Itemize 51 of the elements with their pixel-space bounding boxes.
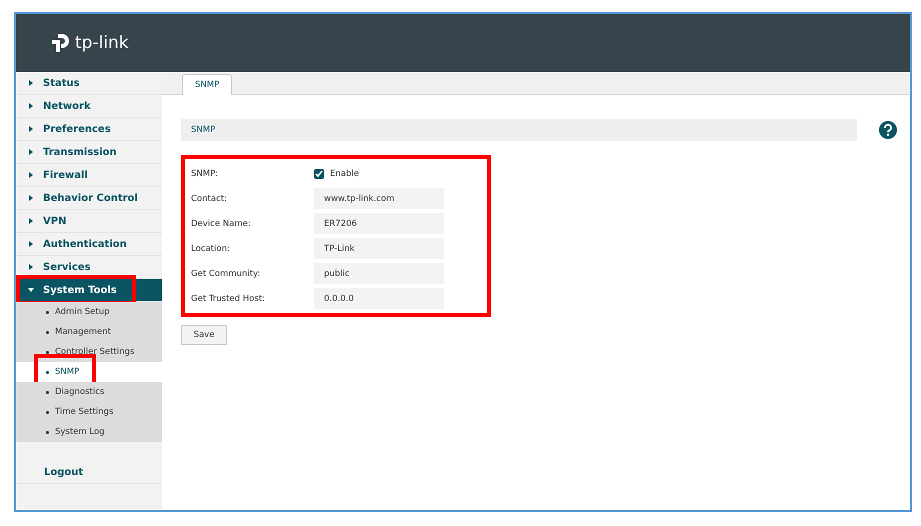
caret-right-icon [28, 126, 34, 132]
input-field[interactable]: public [314, 263, 444, 284]
submenu-item[interactable]: System Log [16, 422, 162, 442]
field-label: Contact: [191, 194, 228, 204]
tab[interactable]: SNMP [182, 74, 232, 95]
bullet-icon [46, 330, 49, 334]
enable-checkbox[interactable] [314, 168, 324, 178]
input-field[interactable]: 0.0.0.0 [314, 288, 444, 309]
sidebar-item[interactable]: Firewall [16, 164, 162, 187]
field-label: Get Trusted Host: [191, 294, 266, 304]
bullet-icon [46, 310, 49, 314]
input-field[interactable]: ER7206 [314, 213, 444, 234]
bullet-icon [46, 370, 49, 374]
input-field[interactable]: TP-Link [314, 238, 444, 259]
section-title: SNMP [181, 119, 857, 141]
caret-right-icon [28, 241, 34, 247]
sidebar-item[interactable]: Authentication [16, 233, 162, 256]
caret-right-icon [28, 80, 34, 86]
caret-down-icon [28, 287, 34, 293]
field-label: Device Name: [191, 218, 252, 228]
brand-name: tp-link [75, 33, 129, 53]
caret-right-icon [28, 172, 34, 178]
caret-right-icon [28, 264, 34, 270]
caret-right-icon [28, 103, 34, 109]
submenu-item[interactable]: Management [16, 322, 162, 342]
bullet-icon [46, 390, 49, 394]
sidebar-item[interactable]: Behavior Control [16, 187, 162, 210]
bullet-icon [46, 410, 49, 414]
submenu-item[interactable]: SNMP [16, 362, 162, 382]
field-label: Location: [191, 244, 231, 254]
sidebar-item[interactable]: Network [16, 95, 162, 118]
sidebar-item[interactable]: VPN [16, 210, 162, 233]
sidebar-item[interactable]: Transmission [16, 141, 162, 164]
caret-right-icon [28, 195, 34, 201]
input-field[interactable]: www.tp-link.com [314, 188, 444, 209]
bullet-icon [46, 430, 49, 434]
sidebar-item[interactable]: Preferences [16, 118, 162, 141]
save-button[interactable]: Save [181, 325, 227, 345]
submenu-item[interactable]: Diagnostics [16, 382, 162, 402]
help-icon[interactable] [879, 121, 897, 139]
submenu-item[interactable]: Admin Setup [16, 302, 162, 322]
caret-right-icon [28, 149, 34, 155]
caret-right-icon [28, 218, 34, 224]
logout-link[interactable]: Logout [16, 461, 162, 484]
field-label: Get Community: [191, 268, 262, 278]
logo-icon [50, 32, 72, 54]
submenu-item[interactable]: Time Settings [16, 402, 162, 422]
checkbox-label: Enable [330, 168, 359, 178]
bullet-icon [46, 350, 49, 354]
field-label: SNMP: [191, 168, 220, 178]
submenu-item[interactable]: Controller Settings [16, 342, 162, 362]
